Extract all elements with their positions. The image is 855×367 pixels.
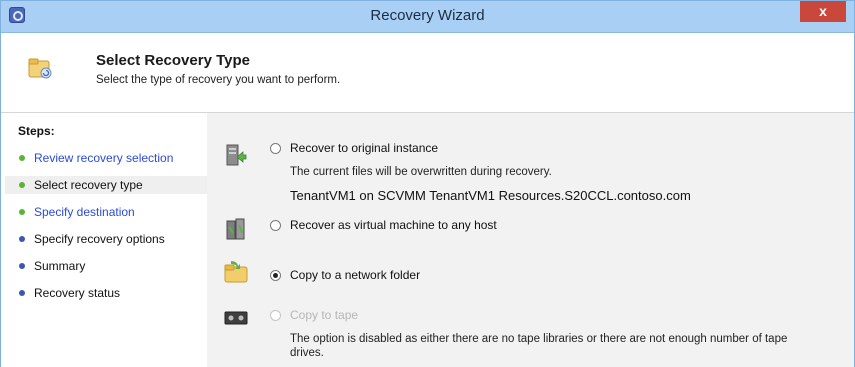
copy-network-folder-radio[interactable] bbox=[270, 270, 281, 281]
step-label: Review recovery selection bbox=[34, 151, 174, 165]
steps-heading: Steps: bbox=[18, 124, 55, 138]
page-title: Select Recovery Type bbox=[96, 52, 250, 69]
recovery-wizard-window: Recovery Wizard x Select Recovery Type S… bbox=[0, 0, 855, 367]
recover-any-host-radio[interactable] bbox=[270, 220, 281, 231]
page-subtitle: Select the type of recovery you want to … bbox=[96, 74, 341, 86]
step-specify-recovery-options[interactable]: Specify recovery options bbox=[19, 230, 165, 248]
title-bar[interactable]: Recovery Wizard x bbox=[1, 1, 854, 33]
recover-original-note: The current files will be overwritten du… bbox=[290, 166, 552, 178]
folder-recovery-icon bbox=[28, 58, 52, 79]
tape-disabled-note-cont: drives. bbox=[290, 347, 324, 359]
original-instance-path: TenantVM1 on SCVMM TenantVM1 Resources.S… bbox=[290, 188, 691, 203]
wizard-header: Select Recovery Type Select the type of … bbox=[1, 33, 854, 113]
step-status-dot bbox=[19, 263, 25, 269]
step-label: Specify destination bbox=[34, 205, 135, 219]
copy-network-folder-label[interactable]: Copy to a network folder bbox=[290, 268, 420, 282]
step-status-dot bbox=[19, 209, 25, 215]
step-specify-destination[interactable]: Specify destination bbox=[19, 203, 135, 221]
server-recover-icon bbox=[226, 144, 247, 166]
step-status-dot bbox=[19, 290, 25, 296]
steps-panel: Steps: Review recovery selection Select … bbox=[1, 113, 207, 367]
recovery-options: Recover to original instance The current… bbox=[207, 113, 854, 367]
step-label: Select recovery type bbox=[34, 178, 143, 192]
recover-original-label[interactable]: Recover to original instance bbox=[290, 141, 438, 155]
step-label: Summary bbox=[34, 259, 86, 273]
step-label: Recovery status bbox=[34, 286, 121, 300]
step-recovery-status[interactable]: Recovery status bbox=[19, 284, 120, 302]
recover-original-radio[interactable] bbox=[270, 143, 281, 154]
copy-to-tape-radio bbox=[270, 310, 281, 321]
step-status-dot bbox=[19, 236, 25, 242]
close-button[interactable]: x bbox=[800, 1, 846, 22]
step-label: Specify recovery options bbox=[34, 232, 165, 246]
step-status-dot bbox=[19, 155, 25, 161]
wizard-body: Steps: Review recovery selection Select … bbox=[1, 113, 854, 367]
network-folder-icon bbox=[224, 261, 248, 283]
tape-icon bbox=[224, 311, 248, 325]
step-select-recovery-type[interactable]: Select recovery type bbox=[5, 176, 207, 194]
step-review-recovery-selection[interactable]: Review recovery selection bbox=[19, 149, 173, 167]
virtual-machine-host-icon bbox=[226, 218, 245, 240]
recover-any-host-label[interactable]: Recover as virtual machine to any host bbox=[290, 218, 497, 232]
tape-disabled-note: The option is disabled as either there a… bbox=[290, 333, 788, 345]
step-status-dot bbox=[19, 182, 25, 188]
window-title: Recovery Wizard bbox=[370, 7, 485, 24]
step-summary[interactable]: Summary bbox=[19, 257, 85, 275]
copy-to-tape-label: Copy to tape bbox=[290, 308, 359, 322]
